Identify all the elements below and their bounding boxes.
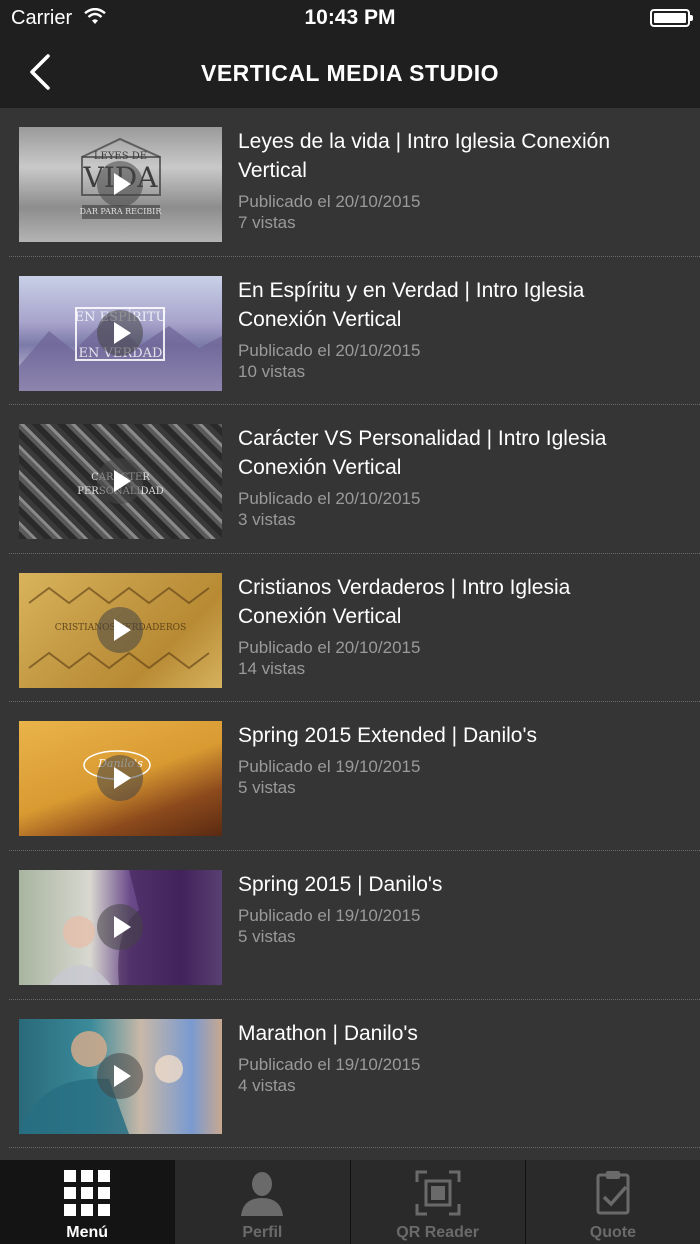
video-published-date: Publicado el 19/10/2015	[238, 905, 421, 925]
video-thumbnail[interactable]: EN ESPÍRITU EN VERDAD	[19, 275, 222, 391]
video-views: 4 vistas	[238, 1075, 296, 1095]
nav-bar: VERTICAL MEDIA STUDIO	[0, 36, 700, 108]
tab-label: QR Reader	[396, 1224, 479, 1241]
video-title[interactable]: Spring 2015 | Danilo's	[238, 870, 645, 899]
video-views: 5 vistas	[238, 926, 296, 946]
video-title[interactable]: Cristianos Verdaderos | Intro Iglesia Co…	[238, 573, 645, 631]
tab-label: Menú	[66, 1224, 109, 1241]
grid-icon	[64, 1170, 111, 1216]
video-thumbnail[interactable]: LEYES DE VIDA DAR PARA RECIBIR	[19, 127, 222, 242]
tab-label: Perfil	[242, 1224, 283, 1241]
video-title[interactable]: Leyes de la vida | Intro Iglesia Conexió…	[238, 127, 645, 185]
video-info: Leyes de la vida | Intro Iglesia Conexió…	[238, 127, 645, 233]
video-thumbnail[interactable]: Danilo's	[19, 721, 222, 837]
person-icon	[241, 1172, 284, 1216]
tab-quote[interactable]: Quote	[524, 1160, 700, 1244]
play-icon[interactable]	[97, 903, 143, 950]
video-info: Spring 2015 | Danilo's Publicado el 19/1…	[238, 870, 645, 947]
video-thumbnail[interactable]: CARÁCTER PERSONALIDAD	[19, 424, 222, 540]
thumbnail-sub-text: DAR PARA RECIBIR	[79, 207, 162, 216]
clock: 10:43 PM	[304, 6, 396, 29]
video-row[interactable]: CARÁCTER PERSONALIDAD Carácter VS Person…	[0, 405, 700, 554]
tab-label: Quote	[589, 1224, 636, 1241]
video-published-date: Publicado el 19/10/2015	[238, 1054, 421, 1074]
tab-bar: Menú Perfil QR Reader Quote	[0, 1160, 700, 1244]
video-thumbnail[interactable]	[19, 869, 222, 985]
play-icon[interactable]	[97, 161, 143, 207]
video-title[interactable]: En Espíritu y en Verdad | Intro Iglesia …	[238, 276, 645, 334]
status-bar: Carrier 10:43 PM	[0, 0, 700, 36]
video-list: LEYES DE VIDA DAR PARA RECIBIR Leyes de …	[0, 108, 700, 1160]
video-thumbnail[interactable]: CRISTIANOS VERDADEROS	[19, 572, 222, 688]
video-row[interactable]: Marathon | Danilo's Publicado el 19/10/2…	[0, 1000, 700, 1149]
tab-qr-reader[interactable]: QR Reader	[349, 1160, 525, 1244]
video-row[interactable]: CRISTIANOS VERDADEROS Cristianos Verdade…	[0, 554, 700, 703]
play-icon[interactable]	[97, 1052, 143, 1099]
row-divider	[9, 1147, 700, 1149]
video-views: 10 vistas	[238, 361, 306, 381]
video-info: Spring 2015 Extended | Danilo's Publicad…	[238, 721, 645, 798]
video-thumbnail[interactable]	[19, 1018, 222, 1134]
video-title[interactable]: Carácter VS Personalidad | Intro Iglesia…	[238, 424, 645, 482]
video-published-date: Publicado el 20/10/2015	[238, 340, 421, 360]
video-row[interactable]: LEYES DE VIDA DAR PARA RECIBIR Leyes de …	[0, 108, 700, 257]
clipboard-check-icon	[596, 1171, 630, 1215]
video-views: 7 vistas	[238, 213, 296, 232]
qr-scan-icon	[415, 1170, 461, 1216]
battery-icon	[650, 9, 693, 27]
video-info: Carácter VS Personalidad | Intro Iglesia…	[238, 424, 645, 530]
video-title[interactable]: Marathon | Danilo's	[238, 1019, 645, 1048]
video-row[interactable]: EN ESPÍRITU EN VERDAD En Espíritu y en V…	[0, 257, 700, 406]
video-views: 3 vistas	[238, 510, 296, 530]
video-views: 14 vistas	[238, 658, 306, 678]
video-info: Cristianos Verdaderos | Intro Iglesia Co…	[238, 573, 645, 679]
video-published-date: Publicado el 20/10/2015	[238, 192, 421, 211]
video-row[interactable]: Spring 2015 | Danilo's Publicado el 19/1…	[0, 851, 700, 1000]
tab-menu[interactable]: Menú	[0, 1160, 175, 1244]
video-published-date: Publicado el 20/10/2015	[238, 637, 421, 657]
play-icon[interactable]	[97, 606, 143, 653]
video-info: Marathon | Danilo's Publicado el 19/10/2…	[238, 1019, 645, 1096]
page-title: VERTICAL MEDIA STUDIO	[200, 60, 499, 86]
video-title[interactable]: Spring 2015 Extended | Danilo's	[238, 721, 645, 750]
video-row[interactable]: Danilo's Spring 2015 Extended | Danilo's…	[0, 702, 700, 851]
video-published-date: Publicado el 19/10/2015	[238, 757, 421, 777]
play-icon[interactable]	[97, 458, 143, 505]
video-info: En Espíritu y en Verdad | Intro Iglesia …	[238, 276, 645, 382]
top-bar: Carrier 10:43 PM VERTICAL MEDIA STUDIO	[0, 0, 700, 108]
tab-profile[interactable]: Perfil	[174, 1160, 349, 1244]
video-views: 5 vistas	[238, 778, 296, 798]
video-published-date: Publicado el 20/10/2015	[238, 489, 421, 509]
play-icon[interactable]	[97, 309, 143, 356]
